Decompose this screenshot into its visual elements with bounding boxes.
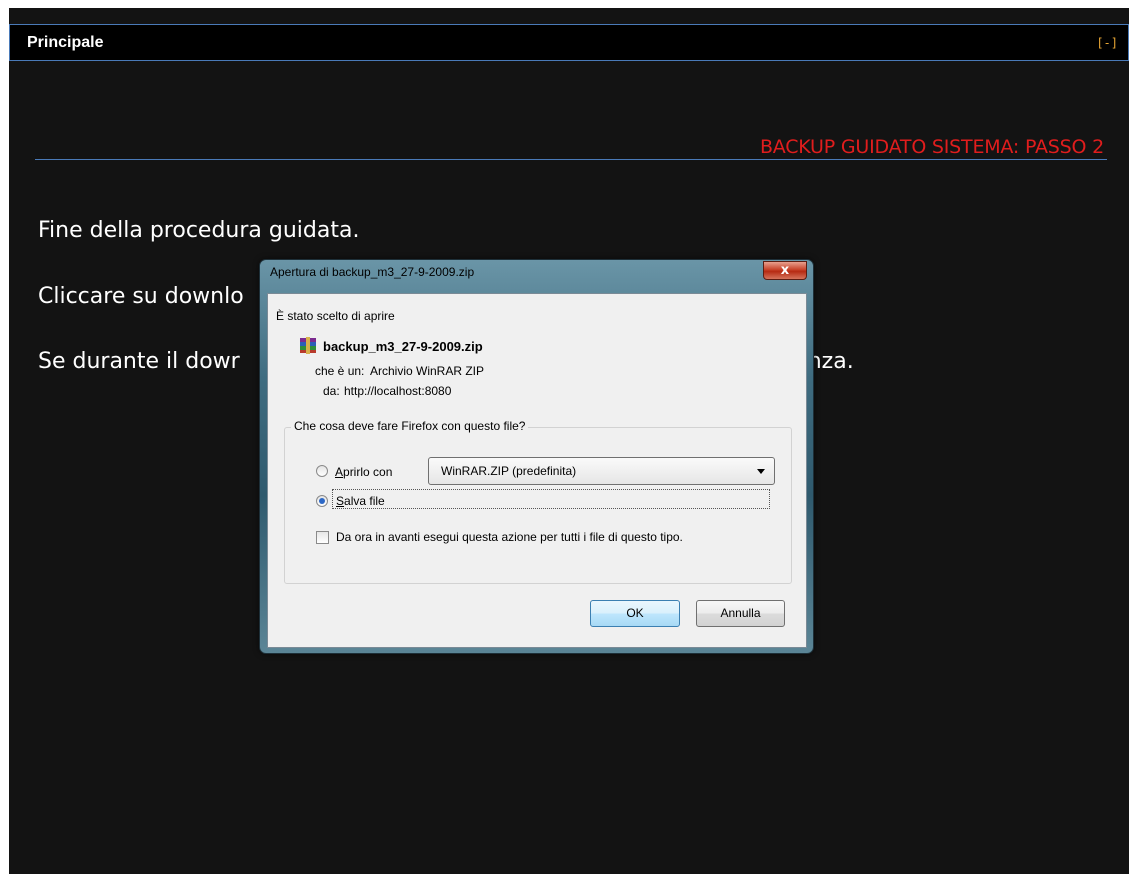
title-divider <box>35 159 1107 160</box>
cancel-button[interactable]: Annulla <box>696 600 785 627</box>
action-groupbox-label: Che cosa deve fare Firefox con questo fi… <box>291 419 529 433</box>
chevron-down-icon <box>757 469 765 474</box>
file-source-value: http://localhost:8080 <box>344 384 452 398</box>
wizard-title: BACKUP GUIDATO SISTEMA: PASSO 2 <box>759 136 1104 158</box>
wizard-message-during-download-end: nza. <box>807 349 854 374</box>
remember-choice-checkbox[interactable] <box>316 531 329 544</box>
file-source-label: da: <box>323 384 340 398</box>
file-download-dialog: Apertura di backup_m3_27-9-2009.zip x È … <box>259 259 814 654</box>
ok-button[interactable]: OK <box>590 600 680 627</box>
collapse-button[interactable]: [-] <box>1096 36 1118 50</box>
save-file-label[interactable]: Salva file <box>336 494 385 508</box>
file-type-value: Archivio WinRAR ZIP <box>370 364 485 378</box>
open-with-radio[interactable] <box>316 465 328 477</box>
panel-title: Principale <box>27 34 104 51</box>
open-with-label[interactable]: Aprirlo con <box>335 465 392 479</box>
remember-choice-label[interactable]: Da ora in avanti esegui questa azione pe… <box>336 530 683 544</box>
panel-header: Principale [-] <box>9 24 1129 61</box>
file-name: backup_m3_27-9-2009.zip <box>323 339 483 354</box>
wizard-message-during-download-start: Se durante il dowr <box>38 349 240 374</box>
file-type-label: che è un: <box>315 364 365 378</box>
action-groupbox: Che cosa deve fare Firefox con questo fi… <box>284 419 792 584</box>
save-file-radio[interactable] <box>316 495 328 507</box>
open-with-select-value: WinRAR.ZIP (predefinita) <box>441 464 577 478</box>
open-with-select[interactable]: WinRAR.ZIP (predefinita) <box>428 457 775 485</box>
wizard-message-finish: Fine della procedura guidata. <box>38 218 360 243</box>
dialog-body: È stato scelto di aprire backup_m3_27-9-… <box>267 293 807 648</box>
dialog-title: Apertura di backup_m3_27-9-2009.zip <box>270 265 475 279</box>
wizard-message-download: Cliccare su downlo <box>38 284 244 309</box>
dialog-intro: È stato scelto di aprire <box>276 309 395 323</box>
focus-outline <box>332 489 770 509</box>
winrar-archive-icon <box>300 337 316 354</box>
close-button[interactable]: x <box>763 261 807 280</box>
